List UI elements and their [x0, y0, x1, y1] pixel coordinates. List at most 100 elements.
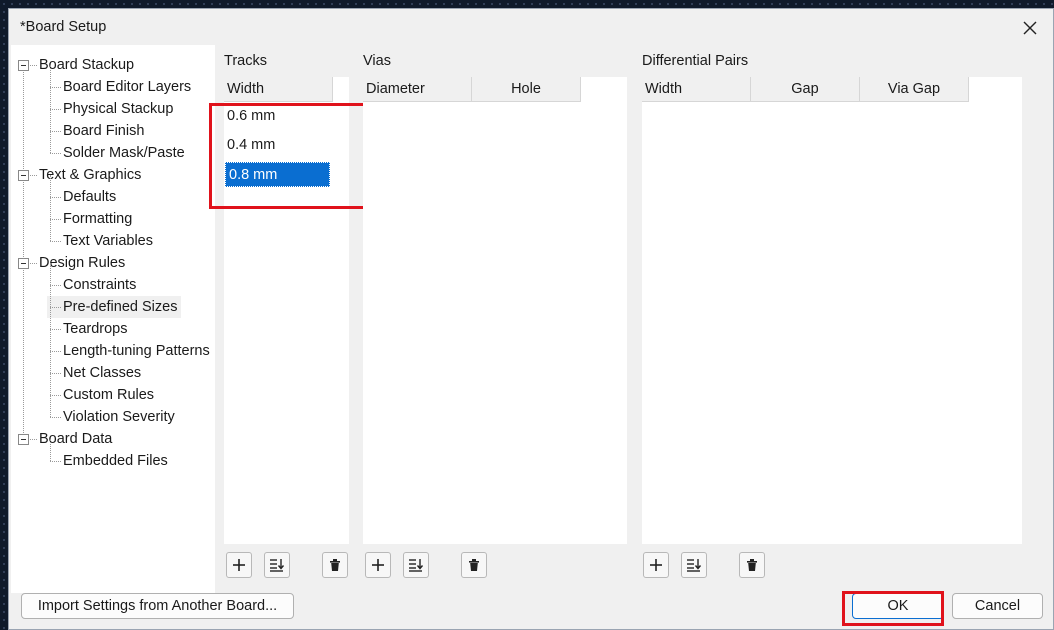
tracks-delete-button[interactable]	[322, 552, 348, 578]
vias-header-diameter[interactable]: Diameter	[363, 77, 472, 102]
diff-pairs-header-width[interactable]: Width	[642, 77, 751, 102]
tree-connector	[30, 439, 37, 440]
tree-item-length-tuning-patterns[interactable]: Length-tuning Patterns	[11, 340, 210, 362]
trash-icon	[469, 559, 479, 571]
diff-pairs-header-via-gap[interactable]: Via Gap	[860, 77, 969, 102]
tracks-label: Tracks	[224, 53, 267, 69]
tree-item-text-variables[interactable]: Text Variables	[11, 230, 153, 252]
tree-item-violation-severity[interactable]: Violation Severity	[11, 406, 175, 428]
tree-item-label: Embedded Files	[63, 453, 168, 469]
tree-connector	[50, 219, 61, 220]
vias-delete-button[interactable]	[461, 552, 487, 578]
collapse-icon[interactable]	[18, 170, 29, 181]
tree-connector	[50, 329, 61, 330]
board-setup-dialog: *Board Setup Board Stackup Board Editor L…	[8, 8, 1054, 630]
tree-connector	[50, 109, 61, 110]
tree-item-teardrops[interactable]: Teardrops	[11, 318, 127, 340]
trash-icon	[330, 559, 340, 571]
plus-icon	[650, 559, 662, 571]
tracks-sort-button[interactable]	[264, 552, 290, 578]
tree-connector	[50, 417, 61, 418]
vias-header-hole[interactable]: Hole	[472, 77, 581, 102]
tree-item-label: Defaults	[63, 189, 117, 205]
tree-item-custom-rules[interactable]: Custom Rules	[11, 384, 154, 406]
tree-connector	[50, 329, 51, 351]
tree-item-defaults[interactable]: Defaults	[11, 186, 116, 208]
diff-pairs-grid[interactable]: Width Gap Via Gap	[642, 77, 1022, 544]
tree-connector	[50, 373, 51, 395]
tree-item-label: Board Editor Layers	[63, 79, 192, 95]
tree-item-label: Text Variables	[63, 233, 153, 249]
diff-pairs-sort-button[interactable]	[681, 552, 707, 578]
vias-add-button[interactable]	[365, 552, 391, 578]
tree-connector	[50, 439, 51, 461]
tree-item-board-editor-layers[interactable]: Board Editor Layers	[11, 76, 191, 98]
vias-sort-button[interactable]	[403, 552, 429, 578]
tree-item-label: Solder Mask/Paste	[63, 145, 185, 161]
diff-pairs-delete-button[interactable]	[739, 552, 765, 578]
diff-pairs-add-button[interactable]	[643, 552, 669, 578]
settings-tree: Board Stackup Board Editor Layers Physical…	[11, 45, 215, 593]
tree-connector	[50, 461, 61, 462]
collapse-icon[interactable]	[18, 434, 29, 445]
diff-pairs-header-gap[interactable]: Gap	[751, 77, 860, 102]
tree-connector	[50, 87, 51, 109]
tree-item-label: Pre-defined Sizes	[63, 299, 178, 315]
tree-connector	[50, 263, 51, 285]
diff-pairs-label: Differential Pairs	[642, 53, 749, 69]
tree-item-pre-defined-sizes[interactable]: Pre-defined Sizes	[47, 296, 182, 318]
tree-connector	[50, 395, 61, 396]
close-button[interactable]	[1015, 13, 1045, 43]
tree-connector	[50, 109, 51, 131]
tree-connector	[50, 307, 51, 329]
tree-connector	[50, 351, 61, 352]
tree-connector	[50, 153, 61, 154]
tree-item-label: Length-tuning Patterns	[63, 343, 210, 359]
tree-connector	[50, 175, 51, 197]
tree-item-label: Board Stackup	[39, 57, 135, 73]
tree-item-formatting[interactable]: Formatting	[11, 208, 132, 230]
annotation-ok-highlight	[842, 591, 944, 626]
tree-item-label: Board Finish	[63, 123, 145, 139]
tree-connector	[50, 219, 51, 241]
tree-connector	[50, 197, 61, 198]
title-bar: *Board Setup	[9, 9, 1053, 47]
tree-item-label: Teardrops	[63, 321, 128, 337]
tracks-add-button[interactable]	[226, 552, 252, 578]
tree-item-board-finish[interactable]: Board Finish	[11, 120, 144, 142]
sort-icon	[687, 559, 702, 572]
tree-connector	[50, 197, 51, 219]
tree-item-label: Physical Stackup	[63, 101, 174, 117]
tree-item-embedded-files[interactable]: Embedded Files	[11, 450, 168, 472]
collapse-icon[interactable]	[18, 258, 29, 269]
tree-connector	[50, 285, 51, 307]
collapse-icon[interactable]	[18, 60, 29, 71]
tree-connector	[50, 395, 51, 417]
dialog-title: *Board Setup	[20, 19, 107, 35]
tree-item-label: Custom Rules	[63, 387, 155, 403]
tree-item-net-classes[interactable]: Net Classes	[11, 362, 141, 384]
tree-item-label: Design Rules	[39, 255, 126, 271]
tree-item-label: Text & Graphics	[39, 167, 142, 183]
tree-connector	[50, 131, 61, 132]
cancel-button[interactable]: Cancel	[952, 593, 1043, 619]
tree-connector	[50, 87, 61, 88]
tree-connector	[50, 241, 61, 242]
vias-label: Vias	[363, 53, 391, 69]
tree-item-solder-mask-paste[interactable]: Solder Mask/Paste	[11, 142, 185, 164]
import-settings-button[interactable]: Import Settings from Another Board...	[21, 593, 294, 619]
tree-connector	[30, 65, 37, 66]
sort-icon	[270, 559, 285, 572]
tree-item-label: Violation Severity	[63, 409, 175, 425]
tree-connector	[30, 175, 37, 176]
close-icon	[1023, 21, 1037, 35]
tree-item-physical-stackup[interactable]: Physical Stackup	[11, 98, 173, 120]
tree-connector	[50, 285, 61, 286]
tracks-header-width[interactable]: Width	[224, 77, 333, 102]
tree-connector	[50, 373, 61, 374]
tree-connector	[50, 65, 51, 87]
tree-connector	[50, 351, 51, 373]
tree-item-constraints[interactable]: Constraints	[11, 274, 136, 296]
tree-item-label: Formatting	[63, 211, 133, 227]
vias-grid[interactable]: Diameter Hole	[363, 77, 627, 544]
